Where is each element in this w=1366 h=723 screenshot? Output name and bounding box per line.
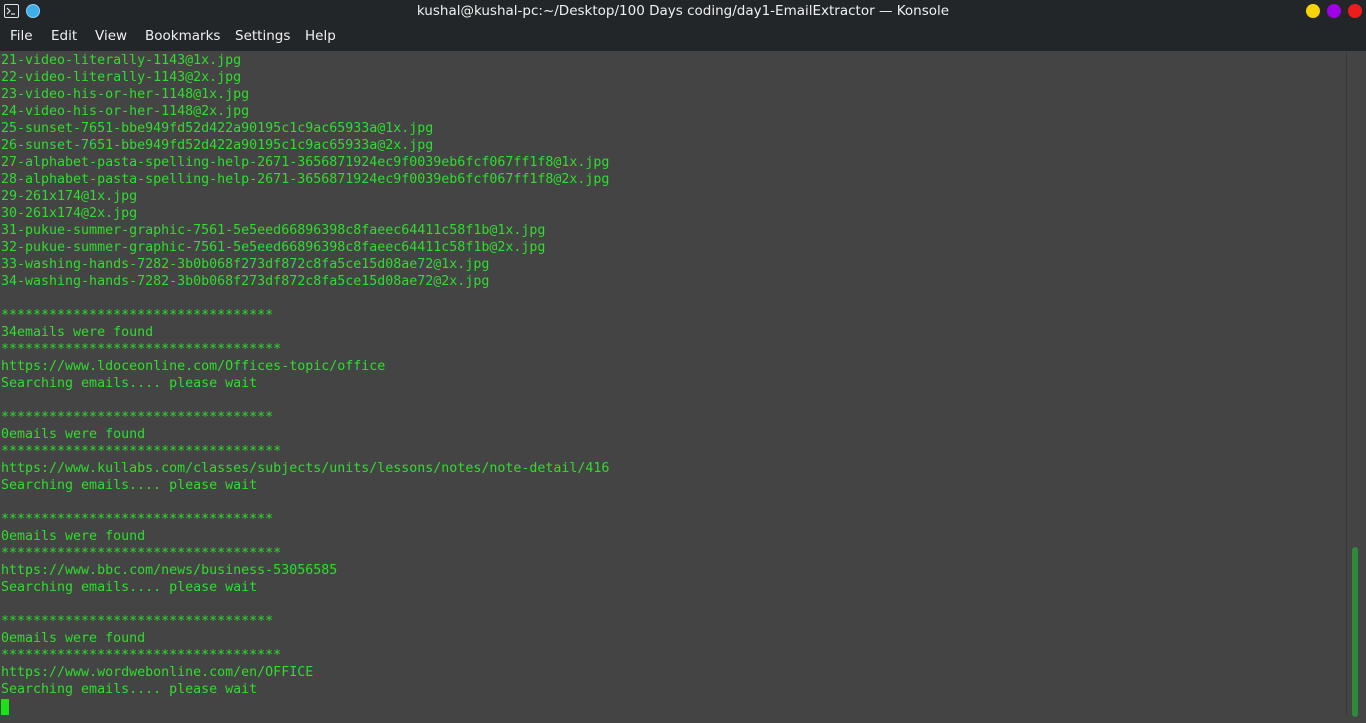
maximize-button[interactable] <box>1327 4 1341 18</box>
terminal-line: *********************************** <box>1 648 282 663</box>
terminal-line: https://www.wordwebonline.com/en/OFFICE <box>1 665 314 680</box>
terminal-line: 30-261x174@2x.jpg <box>1 206 138 221</box>
terminal-line: *********************************** <box>1 342 282 357</box>
terminal-line: https://www.bbc.com/news/business-530565… <box>1 563 338 578</box>
terminal-line: ********************************** <box>1 308 274 323</box>
terminal-lines: 21-video-literally-1143@1x.jpg 22-video-l… <box>1 52 609 698</box>
menu-view[interactable]: View <box>95 23 127 51</box>
terminal-line: 33-washing-hands-7282-3b0b068f273df872c8… <box>1 257 490 272</box>
terminal-line: 32-pukue-summer-graphic-7561-5e5eed66896… <box>1 240 546 255</box>
terminal-line: 26-sunset-7651-bbe949fd52d422a90195c1c9a… <box>1 138 434 153</box>
terminal-line: https://www.ldoceonline.com/Offices-topi… <box>1 359 386 374</box>
terminal-line: *********************************** <box>1 546 282 561</box>
menu-file[interactable]: File <box>10 23 33 51</box>
terminal-line: Searching emails.... please wait <box>1 478 258 493</box>
scrollbar-groove <box>1346 51 1347 716</box>
text-cursor <box>1 699 9 715</box>
terminal-line: Searching emails.... please wait <box>1 682 258 697</box>
terminal-line: 21-video-literally-1143@1x.jpg <box>1 53 242 68</box>
scrollbar-thumb[interactable] <box>1352 547 1358 717</box>
terminal-line: ********************************** <box>1 614 274 629</box>
minimize-button[interactable] <box>1306 4 1320 18</box>
terminal-line: 23-video-his-or-her-1148@1x.jpg <box>1 87 250 102</box>
terminal-output[interactable]: 21-video-literally-1143@1x.jpg 22-video-l… <box>0 51 1346 723</box>
terminal-line: 0emails were found <box>1 631 146 646</box>
terminal-line: 22-video-literally-1143@2x.jpg <box>1 70 242 85</box>
menu-bar: File Edit View Bookmarks Settings Help <box>0 23 1366 51</box>
terminal-line: 25-sunset-7651-bbe949fd52d422a90195c1c9a… <box>1 121 434 136</box>
terminal-line: 24-video-his-or-her-1148@2x.jpg <box>1 104 250 119</box>
terminal-line: ********************************** <box>1 512 274 527</box>
terminal-line: 0emails were found <box>1 427 146 442</box>
close-button[interactable] <box>1348 4 1362 18</box>
terminal-line: 31-pukue-summer-graphic-7561-5e5eed66896… <box>1 223 546 238</box>
menu-edit[interactable]: Edit <box>51 23 77 51</box>
terminal-line: ********************************** <box>1 410 274 425</box>
menu-settings[interactable]: Settings <box>235 23 290 51</box>
terminal-line: 28-alphabet-pasta-spelling-help-2671-365… <box>1 172 610 187</box>
terminal-line: *********************************** <box>1 444 282 459</box>
menu-bookmarks[interactable]: Bookmarks <box>145 23 220 51</box>
title-bar: kushal@kushal-pc:~/Desktop/100 Days codi… <box>0 0 1366 23</box>
menu-help[interactable]: Help <box>305 23 336 51</box>
terminal-line: 29-261x174@1x.jpg <box>1 189 138 204</box>
terminal-line: Searching emails.... please wait <box>1 376 258 391</box>
terminal-line: https://www.kullabs.com/classes/subjects… <box>1 461 610 476</box>
vertical-scrollbar[interactable] <box>1346 51 1366 723</box>
terminal-line: 34emails were found <box>1 325 154 340</box>
terminal-line: 27-alphabet-pasta-spelling-help-2671-365… <box>1 155 610 170</box>
window-title: kushal@kushal-pc:~/Desktop/100 Days codi… <box>416 3 950 19</box>
terminal-line: Searching emails.... please wait <box>1 580 258 595</box>
terminal-line: 34-washing-hands-7282-3b0b068f273df872c8… <box>1 274 490 289</box>
terminal-line: 0emails were found <box>1 529 146 544</box>
